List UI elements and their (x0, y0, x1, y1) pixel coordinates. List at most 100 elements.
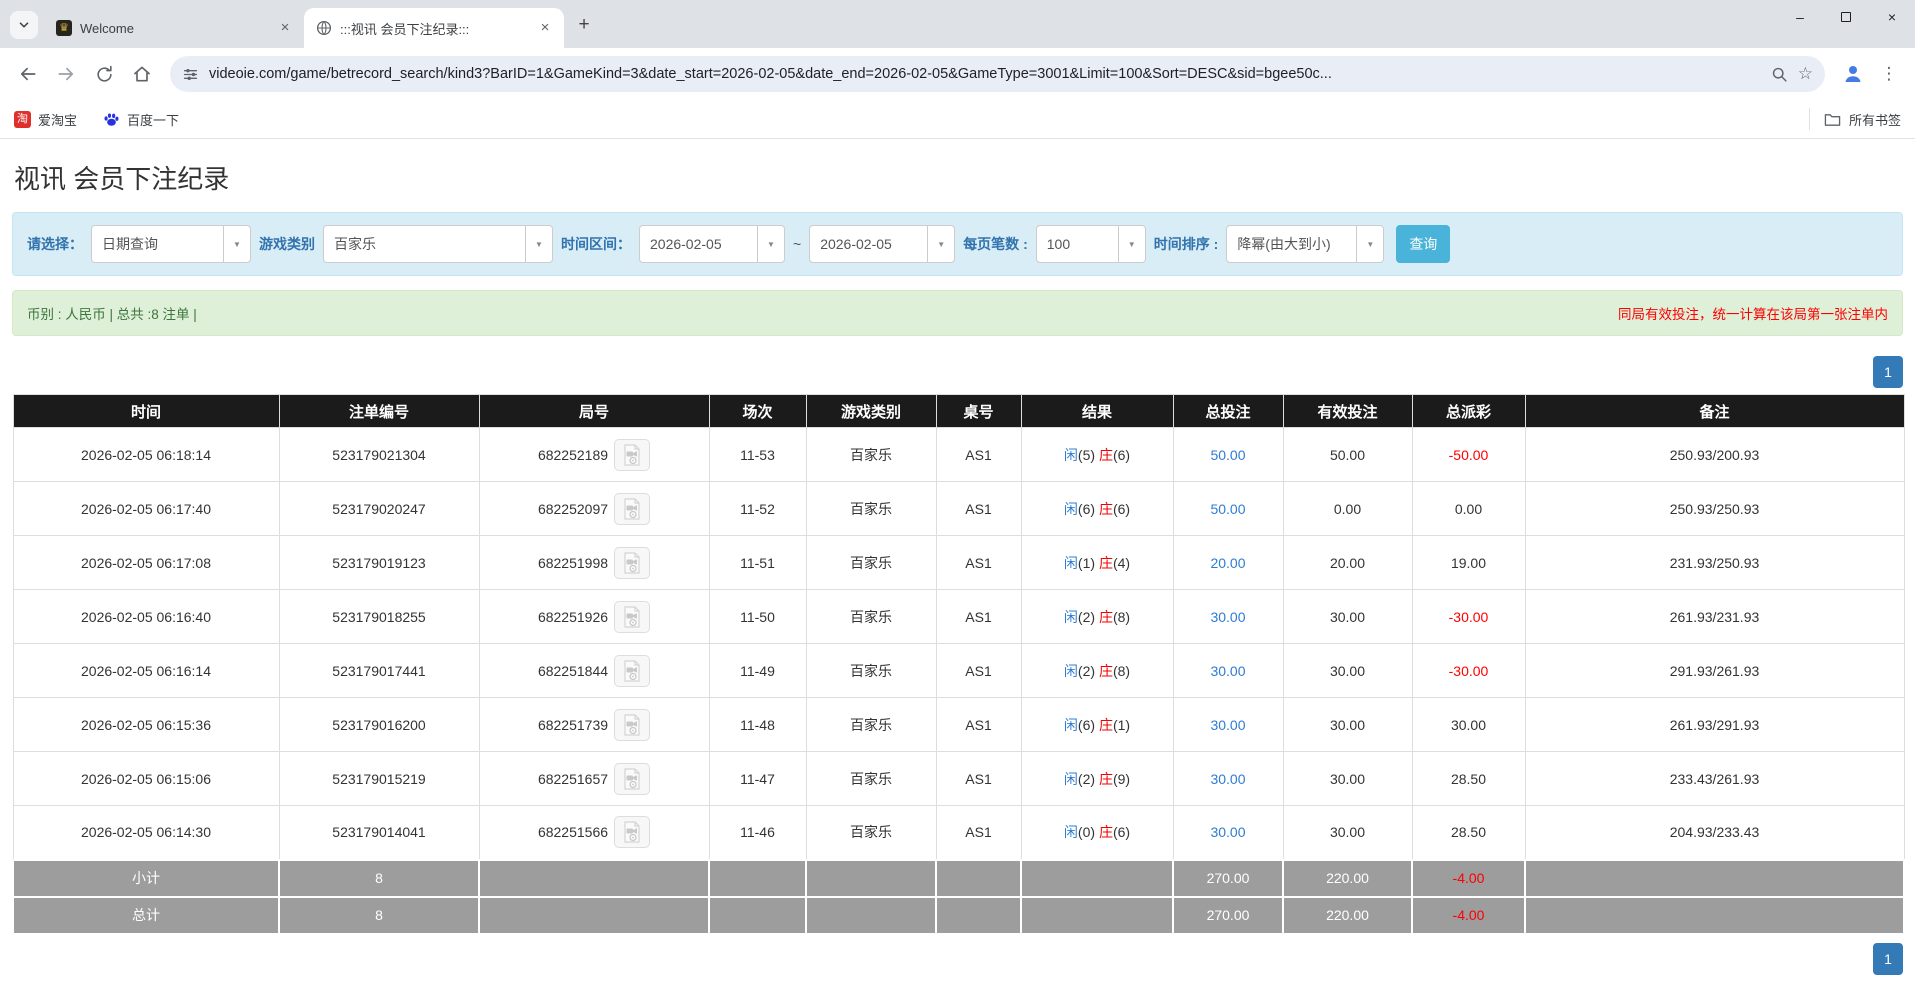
player-result: 闲 (1064, 824, 1078, 840)
per-page-value: 100 (1037, 226, 1118, 262)
close-window-button[interactable]: × (1869, 0, 1915, 34)
bookmark-label: 爱淘宝 (38, 110, 77, 129)
query-type-select[interactable]: 日期查询 ▼ (91, 225, 251, 263)
tab-close-icon[interactable]: × (276, 19, 294, 37)
tab-search-button[interactable] (10, 11, 38, 39)
cell-remark: 204.93/233.43 (1525, 806, 1904, 860)
cell-total-bet[interactable]: 30.00 (1173, 806, 1283, 860)
cell-total-bet[interactable]: 30.00 (1173, 590, 1283, 644)
tab-bet-record[interactable]: :::视讯 会员下注纪录::: × (304, 8, 564, 48)
player-result: 闲 (1064, 555, 1078, 571)
cell-total-bet[interactable]: 50.00 (1173, 428, 1283, 482)
sort-select[interactable]: 降幂(由大到小) ▼ (1226, 225, 1384, 263)
banker-points: (8) (1113, 663, 1130, 679)
url-bar[interactable]: videoie.com/game/betrecord_search/kind3?… (170, 56, 1825, 92)
cell-remark: 250.93/250.93 (1525, 482, 1904, 536)
round-id-text: 682251998 (538, 555, 608, 571)
site-info-icon[interactable] (182, 66, 199, 83)
cell-round-id: 682251739 (479, 698, 709, 752)
url-text[interactable]: videoie.com/game/betrecord_search/kind3?… (209, 66, 1761, 82)
home-button[interactable] (126, 58, 158, 90)
date-start-value: 2026-02-05 (640, 226, 757, 262)
date-range-label: 时间区间： (561, 234, 631, 254)
taobao-icon: 淘 (14, 111, 31, 128)
round-id-text: 682251926 (538, 609, 608, 625)
total-label: 总计 (13, 897, 279, 934)
per-page-select[interactable]: 100 ▼ (1036, 225, 1146, 263)
date-start-select[interactable]: 2026-02-05 ▼ (639, 225, 785, 263)
page-number-button[interactable]: 1 (1873, 356, 1903, 388)
video-record-icon (621, 443, 643, 467)
reload-icon (95, 65, 114, 84)
zoom-icon[interactable] (1771, 66, 1788, 83)
cell-total-bet[interactable]: 30.00 (1173, 644, 1283, 698)
banker-result: 庄 (1099, 824, 1113, 840)
player-points: (2) (1078, 771, 1095, 787)
video-replay-button[interactable] (614, 816, 650, 848)
cell-time: 2026-02-05 06:18:14 (13, 428, 279, 482)
subtotal-valid-bet: 220.00 (1283, 860, 1412, 897)
cell-payout: -30.00 (1412, 644, 1525, 698)
cell-result: 闲(0) 庄(6) (1021, 806, 1173, 860)
minimize-button[interactable]: – (1777, 0, 1823, 34)
folder-icon (1824, 112, 1841, 127)
video-replay-button[interactable] (614, 709, 650, 741)
maximize-button[interactable] (1823, 0, 1869, 34)
total-count: 8 (279, 897, 479, 934)
sort-label: 时间排序 : (1154, 234, 1219, 254)
round-id-text: 682252097 (538, 501, 608, 517)
cell-total-bet[interactable]: 30.00 (1173, 752, 1283, 806)
cell-table: AS1 (936, 644, 1021, 698)
bookmark-taobao[interactable]: 淘 爱淘宝 (14, 110, 77, 129)
bookmark-label: 百度一下 (127, 110, 179, 129)
back-arrow-icon (18, 64, 38, 84)
back-button[interactable] (12, 58, 44, 90)
cell-game: 百家乐 (806, 536, 936, 590)
video-replay-button[interactable] (614, 601, 650, 633)
banker-points: (8) (1113, 609, 1130, 625)
cell-remark: 250.93/200.93 (1525, 428, 1904, 482)
cell-total-bet[interactable]: 30.00 (1173, 698, 1283, 752)
video-record-icon (621, 713, 643, 737)
cell-round-id: 682252189 (479, 428, 709, 482)
cell-bet-id: 523179021304 (279, 428, 479, 482)
cell-time: 2026-02-05 06:17:08 (13, 536, 279, 590)
date-end-select[interactable]: 2026-02-05 ▼ (809, 225, 955, 263)
video-replay-button[interactable] (614, 493, 650, 525)
video-record-icon (621, 820, 643, 844)
browser-toolbar: videoie.com/game/betrecord_search/kind3?… (0, 48, 1915, 100)
search-button[interactable]: 查询 (1396, 225, 1450, 263)
tab-close-icon[interactable]: × (536, 19, 554, 37)
video-replay-button[interactable] (614, 547, 650, 579)
cell-total-bet[interactable]: 50.00 (1173, 482, 1283, 536)
per-page-label: 每页笔数 : (963, 234, 1028, 254)
cell-payout: -50.00 (1412, 428, 1525, 482)
summary-bar: 币别 : 人民币 | 总共 :8 注单 | 同局有效投注，统一计算在该局第一张注… (12, 290, 1903, 336)
bookmark-baidu[interactable]: 百度一下 (103, 110, 179, 129)
reload-button[interactable] (88, 58, 120, 90)
query-type-value: 日期查询 (92, 226, 223, 262)
new-tab-button[interactable]: + (570, 11, 598, 39)
cell-bet-id: 523179018255 (279, 590, 479, 644)
forward-button[interactable] (50, 58, 82, 90)
video-replay-button[interactable] (614, 439, 650, 471)
globe-icon (316, 20, 332, 36)
cell-bet-id: 523179016200 (279, 698, 479, 752)
table-row: 2026-02-05 06:15:06 523179015219 6822516… (13, 752, 1904, 806)
video-replay-button[interactable] (614, 763, 650, 795)
browser-menu-icon[interactable]: ⋮ (1875, 64, 1903, 84)
profile-avatar[interactable] (1837, 58, 1869, 90)
cell-total-bet[interactable]: 20.00 (1173, 536, 1283, 590)
banker-points: (4) (1113, 555, 1130, 571)
bookmark-star-icon[interactable]: ☆ (1798, 64, 1813, 84)
col-header-total-bet: 总投注 (1173, 395, 1283, 428)
table-header: 时间 注单编号 局号 场次 游戏类别 桌号 结果 总投注 有效投注 总派彩 备注 (13, 395, 1904, 428)
cell-valid-bet: 0.00 (1283, 482, 1412, 536)
game-category-select[interactable]: 百家乐 ▼ (323, 225, 553, 263)
page-number-button[interactable]: 1 (1873, 943, 1903, 975)
bet-record-table: 时间 注单编号 局号 场次 游戏类别 桌号 结果 总投注 有效投注 总派彩 备注… (12, 394, 1905, 935)
video-replay-button[interactable] (614, 655, 650, 687)
all-bookmarks-button[interactable]: 所有书签 (1809, 108, 1901, 130)
tab-welcome[interactable]: ♛ Welcome × (44, 8, 304, 48)
cell-valid-bet: 50.00 (1283, 428, 1412, 482)
